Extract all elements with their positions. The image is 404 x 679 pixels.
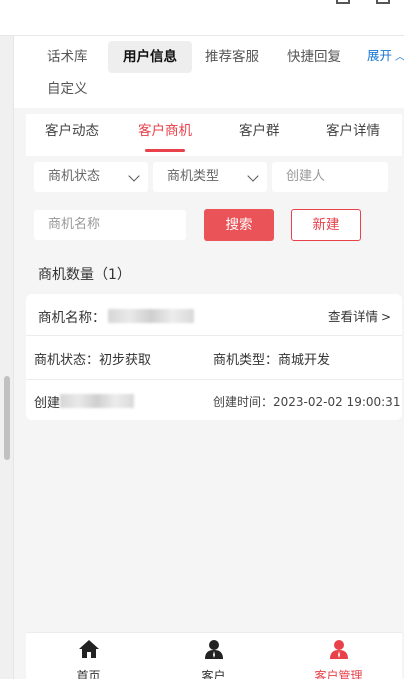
chevron-right-icon: >	[381, 310, 392, 324]
home-icon	[79, 640, 99, 658]
tab-label: 客户商机	[138, 123, 192, 139]
chevron-down-icon	[128, 170, 140, 182]
nav-home-label: 首页	[76, 669, 101, 679]
bottom-nav: 首页 客户 客户管理	[26, 632, 402, 679]
tab-recommend-service[interactable]: 推荐客服	[190, 41, 274, 73]
opportunity-card: 商机名称： 查看详情 > 商机状态：初步获取 商机类型：商城开发 创建 创建时间：…	[26, 294, 402, 420]
search-button[interactable]: 搜索	[204, 209, 274, 241]
tab-customer-opportunity[interactable]: 客户商机	[138, 114, 192, 154]
card-creator-row: 创建 创建时间：2023-02-02 19:00:31	[26, 380, 402, 420]
tab-label: 客户详情	[326, 123, 380, 139]
person-icon	[205, 640, 223, 659]
tab-user-info[interactable]: 用户信息	[108, 41, 192, 73]
tab-script-library[interactable]: 话术库	[32, 41, 103, 73]
window-icon[interactable]	[376, 0, 390, 4]
nav-customer-manage[interactable]: 客户管理	[276, 633, 401, 679]
redacted-creator	[60, 394, 134, 408]
creator-placeholder: 创建人	[286, 169, 326, 184]
creator-input[interactable]: 创建人	[272, 162, 388, 192]
new-button[interactable]: 新建	[291, 209, 361, 241]
opportunity-name-input[interactable]: 商机名称	[34, 210, 186, 240]
opportunity-type: 商机类型：商城开发	[213, 353, 331, 368]
side-panel: 话术库 用户信息 推荐客服 快捷回复 自定义 展开︿ 客户动态 客户商机 客户群…	[14, 36, 404, 679]
person-manage-icon	[330, 640, 348, 659]
tab-label: 客户动态	[45, 123, 99, 139]
tab-customer-activity[interactable]: 客户动态	[45, 114, 99, 154]
minimize-icon[interactable]	[336, 0, 350, 4]
nav-customer-label: 客户	[201, 669, 226, 679]
left-scroll-rail	[0, 36, 14, 679]
creator-label: 创建	[34, 396, 61, 411]
nav-home[interactable]: 首页	[26, 633, 151, 679]
opportunity-status: 商机状态：初步获取	[34, 353, 152, 368]
opportunity-count: 商机数量（1）	[38, 267, 131, 283]
redacted-name	[108, 309, 194, 323]
sub-tab-bar: 客户动态 客户商机 客户群 客户详情	[26, 114, 402, 156]
view-detail-link[interactable]: 查看详情 >	[328, 306, 391, 325]
expand-toggle[interactable]: 展开︿	[367, 44, 404, 68]
name-placeholder: 商机名称	[48, 217, 101, 232]
tool-tab-bar: 话术库 用户信息 推荐客服 快捷回复 自定义 展开︿	[14, 36, 404, 108]
scrollbar-thumb[interactable]	[4, 376, 10, 460]
card-status-row: 商机状态：初步获取 商机类型：商城开发	[26, 336, 402, 380]
tab-customer-group[interactable]: 客户群	[239, 114, 280, 154]
active-tab-underline	[145, 149, 185, 152]
status-select-label: 商机状态	[48, 169, 101, 184]
type-select[interactable]: 商机类型	[153, 162, 267, 192]
status-select[interactable]: 商机状态	[34, 162, 148, 192]
opportunity-name-label: 商机名称：	[38, 310, 106, 326]
top-strip	[0, 0, 404, 36]
tab-label: 客户群	[239, 123, 280, 139]
expand-label: 展开	[367, 48, 393, 63]
view-detail-label: 查看详情	[328, 309, 379, 324]
tab-custom[interactable]: 自定义	[32, 73, 103, 105]
nav-customer-manage-label: 客户管理	[314, 669, 363, 679]
chevron-up-icon: ︿	[395, 52, 404, 63]
nav-customer[interactable]: 客户	[151, 633, 276, 679]
card-header-row: 商机名称： 查看详情 >	[26, 294, 402, 336]
chevron-down-icon	[247, 170, 259, 182]
type-select-label: 商机类型	[167, 169, 220, 184]
tab-quick-reply[interactable]: 快捷回复	[272, 41, 356, 73]
created-time: 创建时间：2023-02-02 19:00:31	[213, 395, 401, 409]
tab-customer-detail[interactable]: 客户详情	[326, 114, 380, 154]
